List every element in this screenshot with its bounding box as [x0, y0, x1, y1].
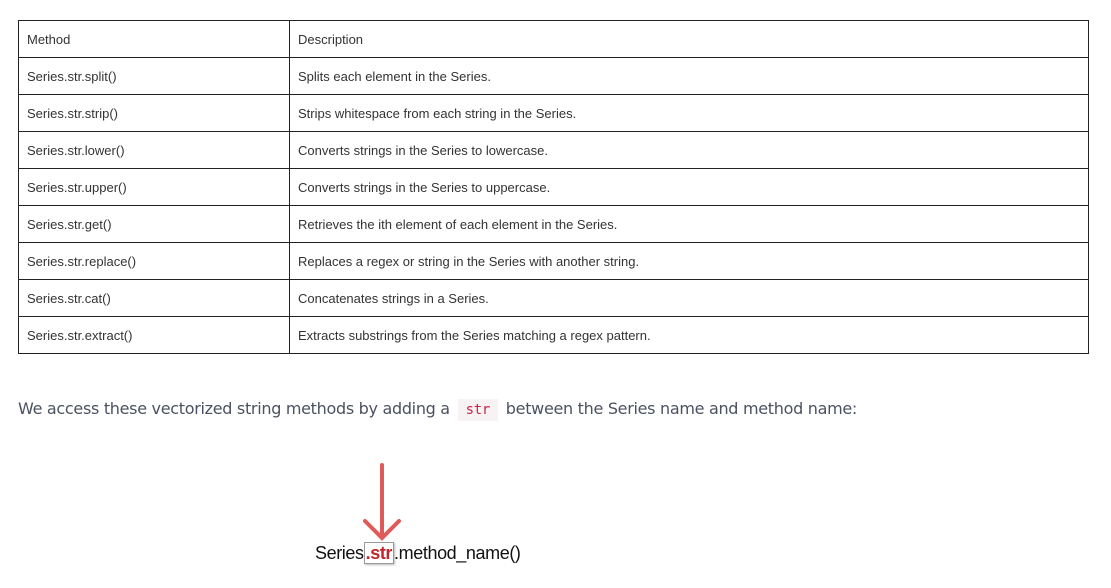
explanation-paragraph: We access these vectorized string method… — [18, 399, 858, 421]
method-cell: Series.str.replace() — [18, 242, 290, 280]
method-cell: Series.str.get() — [18, 205, 290, 243]
string-methods-table: Method Description Series.str.split() Spl… — [18, 20, 1089, 354]
table-row: Series.str.upper() Converts strings in th… — [18, 168, 1089, 206]
method-cell: Series.str.split() — [18, 57, 290, 95]
method-cell: Series.str.extract() — [18, 316, 290, 354]
table-row: Series.str.extract() Extracts substrings … — [18, 316, 1089, 354]
description-cell: Replaces a regex or string in the Series… — [289, 242, 1089, 280]
diagram-prefix: Series — [315, 543, 364, 563]
description-cell: Concatenates strings in a Series. — [289, 279, 1089, 317]
table-row: Series.str.lower() Converts strings in th… — [18, 131, 1089, 169]
table-header-row: Method Description — [18, 20, 1089, 58]
description-cell: Converts strings in the Series to lowerc… — [289, 131, 1089, 169]
diagram-suffix: .method_name() — [394, 543, 521, 563]
description-cell: Splits each element in the Series. — [289, 57, 1089, 95]
header-method: Method — [18, 20, 290, 58]
paragraph-text-before: We access these vectorized string method… — [18, 399, 450, 418]
description-cell: Converts strings in the Series to upperc… — [289, 168, 1089, 206]
down-arrow-icon — [363, 463, 401, 541]
description-cell: Extracts substrings from the Series matc… — [289, 316, 1089, 354]
method-cell: Series.str.lower() — [18, 131, 290, 169]
str-accessor-diagram: Series .str .method_name() — [315, 542, 521, 564]
diagram-highlight: .str — [363, 542, 395, 564]
table-row: Series.str.split() Splits each element in… — [18, 57, 1089, 95]
table-row: Series.str.get() Retrieves the ith elemen… — [18, 205, 1089, 243]
method-cell: Series.str.upper() — [18, 168, 290, 206]
table-row: Series.str.cat() Concatenates strings in … — [18, 279, 1089, 317]
description-cell: Retrieves the ith element of each elemen… — [289, 205, 1089, 243]
paragraph-text-after: between the Series name and method name: — [505, 399, 858, 418]
inline-code: str — [457, 399, 498, 421]
method-cell: Series.str.cat() — [18, 279, 290, 317]
description-cell: Strips whitespace from each string in th… — [289, 94, 1089, 132]
method-cell: Series.str.strip() — [18, 94, 290, 132]
header-description: Description — [289, 20, 1089, 58]
table-row: Series.str.strip() Strips whitespace from… — [18, 94, 1089, 132]
table-row: Series.str.replace() Replaces a regex or … — [18, 242, 1089, 280]
